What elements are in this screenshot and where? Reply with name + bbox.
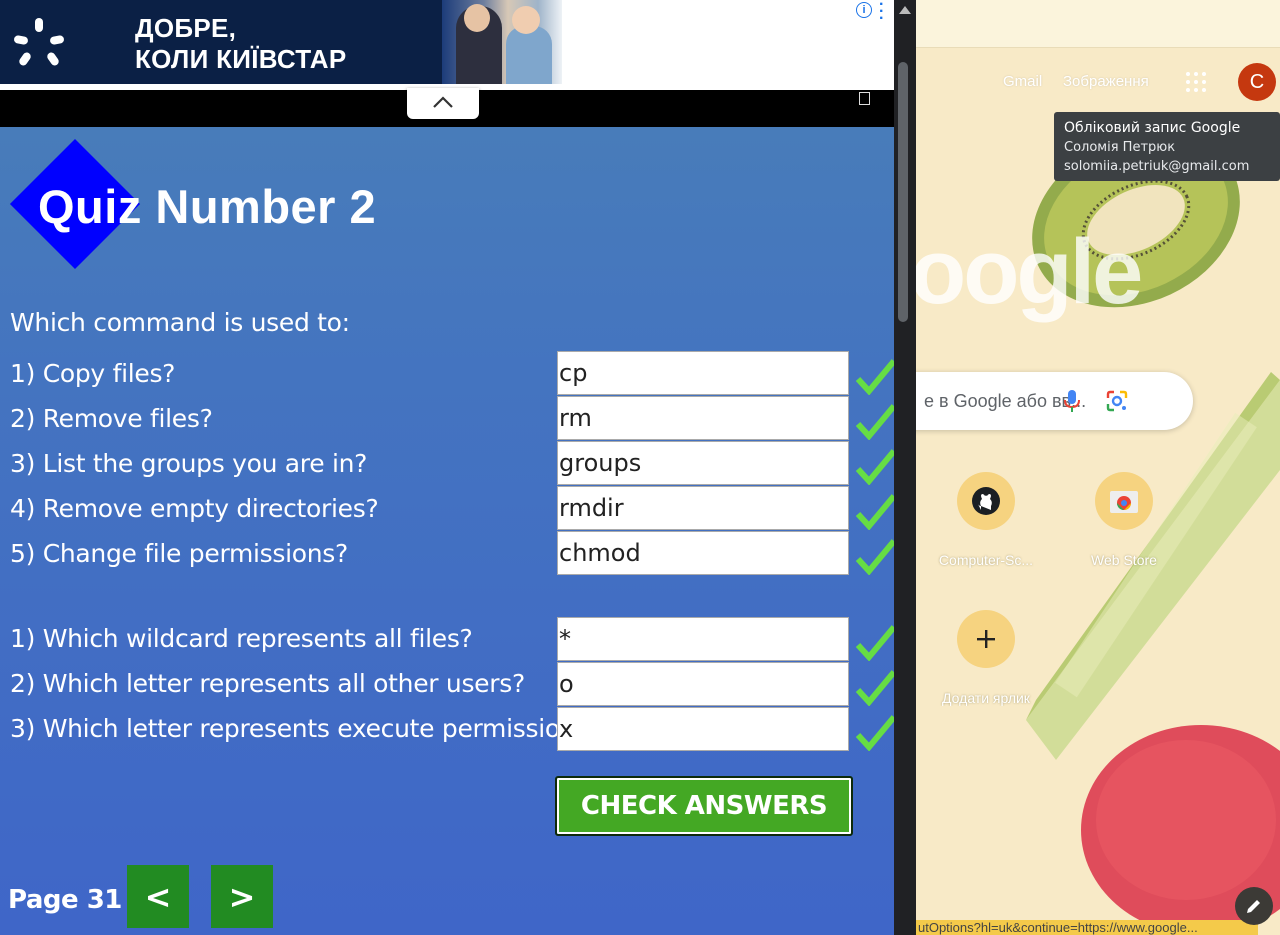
plus-icon [977,630,995,648]
tooltip-title: Обліковий запис Google [1064,120,1241,136]
shortcut-icon-container [957,610,1015,668]
status-bar-url: utOptions?hl=uk&continue=https://www.goo… [916,920,1258,935]
ad-blank-area [562,0,894,84]
quiz-intro: Which command is used to: [10,308,350,337]
page-number: Page 31 [8,885,122,915]
github-icon [972,487,1000,515]
quiz-page: ДОБРЕ, КОЛИ КИЇВСТАР i · · · Quiz Number 2… [0,0,894,935]
checkmark-icon [855,494,894,530]
question-1-5: 5) Change file permissions? [10,539,349,568]
google-apps-icon[interactable] [1186,72,1208,94]
gmail-link[interactable]: Gmail [1003,73,1042,90]
checkmark-icon [855,715,894,751]
shortcut-label: Web Store [1091,552,1157,568]
shortcut-label: Computer-Sc... [938,552,1034,568]
shortcut-web-store[interactable]: Web Store [1074,472,1174,568]
question-1-2: 2) Remove files? [10,404,213,433]
kyivstar-ad-banner[interactable]: ДОБРЕ, КОЛИ КИЇВСТАР i · · · [0,0,894,88]
ad-photo [442,0,562,84]
google-search-box[interactable]: е в Google або вв... [916,372,1193,430]
new-tab-page: Gmail Зображення C Обліковий запис Googl… [916,0,1280,935]
browser-top-area [916,0,1280,48]
info-icon[interactable]: i [856,2,872,18]
customize-button[interactable] [1235,887,1273,925]
tooltip-email: solomiia.petriuk@gmail.com [1064,159,1250,174]
scrollbar-thumb[interactable] [898,62,908,322]
question-2-1: 1) Which wildcard represents all files? [10,624,473,653]
chevron-up-icon [433,96,453,108]
shortcut-label: Додати ярлик [942,690,1030,706]
ad-headline-line2: КОЛИ КИЇВСТАР [135,44,347,74]
scrollbar[interactable] [894,0,916,935]
checkmark-icon [855,539,894,575]
checkmark-icon [855,625,894,661]
quiz-title: Quiz Number 2 [38,180,377,233]
answer-input-1-2[interactable] [557,396,849,440]
google-lens-icon[interactable] [1106,390,1128,412]
google-logo: oogle [916,221,1143,323]
answer-input-2-1[interactable] [557,617,849,661]
ad-headline-line1: ДОБРЕ, [135,13,237,43]
check-answers-button[interactable]: CHECK ANSWERS [555,776,853,836]
microphone-icon[interactable] [1064,390,1080,412]
more-vert-icon[interactable]: · · · [879,0,884,27]
ad-headline: ДОБРЕ, КОЛИ КИЇВСТАР [135,13,347,75]
question-2-3: 3) Which letter represents execute permi… [10,714,589,743]
close-square-icon[interactable] [859,92,870,105]
checkmark-icon [855,404,894,440]
answer-input-1-5[interactable] [557,531,849,575]
chrome-web-store-icon [1110,491,1138,513]
scroll-up-arrow-icon[interactable] [899,6,911,14]
checkmark-icon [855,670,894,706]
next-page-button[interactable]: > [211,865,273,928]
answer-input-1-1[interactable] [557,351,849,395]
question-1-1: 1) Copy files? [10,359,176,388]
checkmark-icon [855,359,894,395]
answer-input-1-4[interactable] [557,486,849,530]
answer-input-1-3[interactable] [557,441,849,485]
shortcut-icon-container [1095,472,1153,530]
account-avatar[interactable]: C [1238,63,1276,101]
checkmark-icon [855,449,894,485]
tooltip-name: Соломія Петрюк [1064,140,1176,155]
question-1-4: 4) Remove empty directories? [10,494,379,523]
previous-page-button[interactable]: < [127,865,189,928]
collapse-ad-button[interactable] [407,88,479,119]
kyivstar-logo-icon [14,18,64,66]
pencil-icon [1247,900,1260,913]
question-1-3: 3) List the groups you are in? [10,449,368,478]
images-link[interactable]: Зображення [1063,73,1149,90]
question-2-2: 2) Which letter represents all other use… [10,669,525,698]
shortcut-computer-science[interactable]: Computer-Sc... [936,472,1036,568]
search-placeholder: е в Google або вв... [924,391,1087,411]
answer-input-2-2[interactable] [557,662,849,706]
add-shortcut[interactable]: Додати ярлик [936,610,1036,706]
answer-input-2-3[interactable] [557,707,849,751]
shortcut-icon-container [957,472,1015,530]
account-tooltip: Обліковий запис Google Соломія Петрюк so… [1054,112,1280,181]
